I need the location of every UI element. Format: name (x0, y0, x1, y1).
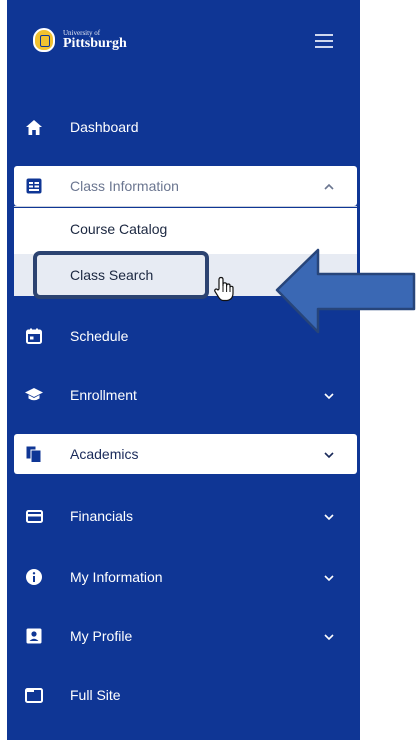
chevron-down-icon (323, 571, 335, 583)
credit-card-icon (25, 507, 43, 525)
sidebar: University of Pittsburgh Dashboard Class… (7, 0, 360, 740)
nav-item-academics[interactable]: Academics (14, 434, 357, 474)
nav-label-academics: Academics (70, 446, 139, 462)
window-icon (25, 686, 43, 704)
logo-small-text: University of (63, 28, 101, 37)
nav-item-dashboard[interactable]: Dashboard (7, 107, 360, 147)
submenu-label-course-catalog: Course Catalog (70, 221, 168, 237)
nav-item-full-site[interactable]: Full Site (7, 675, 360, 715)
nav-label-my-information: My Information (70, 569, 163, 585)
chevron-down-icon (323, 510, 335, 522)
divider (14, 206, 357, 207)
submenu-item-course-catalog[interactable]: Course Catalog (14, 208, 357, 250)
profile-card-icon (25, 627, 43, 645)
hamburger-icon[interactable] (315, 34, 333, 48)
nav-label-financials: Financials (70, 508, 134, 524)
chevron-down-icon (323, 389, 335, 401)
annotation-arrow (275, 248, 416, 334)
nav-label-class-information: Class Information (70, 178, 179, 194)
documents-icon (25, 445, 43, 463)
nav-item-class-information[interactable]: Class Information (14, 166, 357, 206)
nav-item-financials[interactable]: Financials (7, 496, 360, 536)
class-search-highlight-outline (33, 251, 209, 299)
sidebar-header: University of Pittsburgh (7, 0, 360, 90)
nav-item-my-profile[interactable]: My Profile (7, 616, 360, 656)
info-icon (25, 568, 43, 586)
nav-item-enrollment[interactable]: Enrollment (7, 375, 360, 415)
nav-label-my-profile: My Profile (70, 628, 133, 644)
calendar-icon (25, 327, 43, 345)
university-logo[interactable]: University of Pittsburgh (33, 28, 127, 52)
logo-big-text: Pittsburgh (63, 35, 127, 51)
graduation-cap-icon (25, 386, 43, 404)
nav-label-dashboard: Dashboard (70, 119, 139, 135)
hand-cursor-icon (214, 276, 234, 302)
nav-label-schedule: Schedule (70, 328, 129, 344)
chevron-down-icon (323, 630, 335, 642)
chevron-down-icon (323, 448, 335, 460)
chevron-up-icon (323, 180, 335, 192)
home-icon (25, 118, 43, 136)
nav-item-my-information[interactable]: My Information (7, 557, 360, 597)
university-seal-icon (33, 28, 55, 52)
nav-label-full-site: Full Site (70, 687, 121, 703)
id-card-icon (25, 177, 43, 195)
nav-label-enrollment: Enrollment (70, 387, 137, 403)
